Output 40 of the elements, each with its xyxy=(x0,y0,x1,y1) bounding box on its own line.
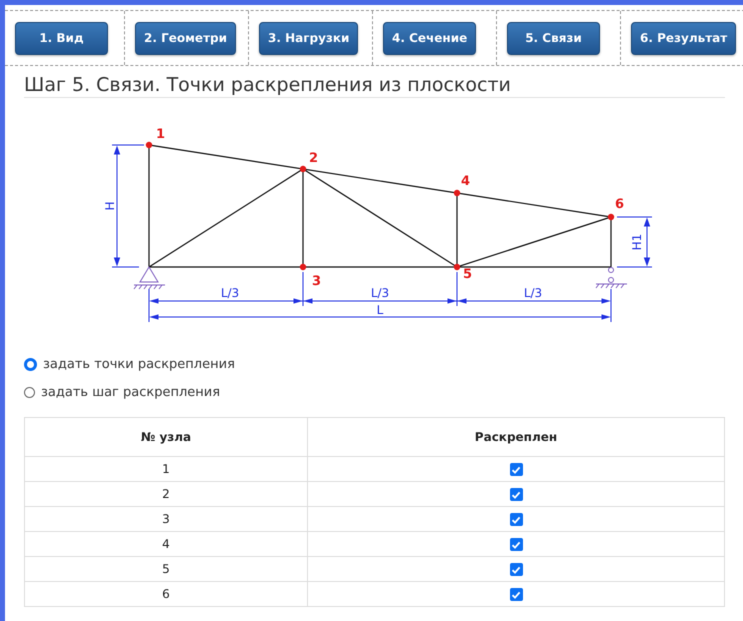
option-label: задать шаг раскрепления xyxy=(41,385,220,400)
table-cell: 4 xyxy=(24,532,308,556)
height-label: H xyxy=(103,201,117,211)
node-label: 4 xyxy=(461,174,470,189)
node-label: 6 xyxy=(615,197,624,212)
node-label: 2 xyxy=(309,151,318,166)
table-cell: 1 xyxy=(24,456,308,482)
checkbox[interactable] xyxy=(510,538,522,552)
node-label: 3 xyxy=(312,274,322,289)
end-height-dimension xyxy=(616,216,652,268)
option-label: задать точки раскрепления xyxy=(43,357,235,372)
step-tab[interactable]: 4. Сечение xyxy=(383,22,476,54)
pin-support-icon xyxy=(134,266,166,290)
table-cell: 3 xyxy=(24,506,308,532)
step-tab[interactable]: 3. Нагрузки xyxy=(259,22,358,54)
panel-length-label: L/3 xyxy=(370,286,390,300)
radio-button[interactable] xyxy=(24,358,37,371)
page-heading: Шаг 5. Связи. Точки раскрепления из плоскости xyxy=(24,74,725,98)
step-tab[interactable]: 5. Связи xyxy=(507,22,600,54)
panel-length-label: L/3 xyxy=(524,286,542,300)
checkbox[interactable] xyxy=(510,488,522,502)
span-label: L xyxy=(376,303,384,317)
checkbox[interactable] xyxy=(510,463,522,476)
checkbox[interactable] xyxy=(510,563,522,576)
table-cell: 5 xyxy=(24,556,308,582)
radio-button[interactable] xyxy=(24,387,35,398)
node-label: 5 xyxy=(463,267,472,282)
table-cell: 2 xyxy=(24,482,308,506)
panel-length-label: L/3 xyxy=(220,286,240,300)
checkbox[interactable] xyxy=(510,513,522,526)
table-cell: 6 xyxy=(24,582,308,606)
step-tab[interactable]: 6. Результат xyxy=(631,22,736,54)
step-tab[interactable]: 2. Геометри xyxy=(135,22,236,54)
node-label: 1 xyxy=(156,127,166,142)
checkbox[interactable] xyxy=(510,588,522,602)
step-tab[interactable]: 1. Вид xyxy=(15,22,108,54)
roller-support-icon xyxy=(596,267,628,288)
column-header: № узла xyxy=(24,418,308,456)
column-header: Раскреплен xyxy=(308,418,724,456)
end-height-label: H1 xyxy=(630,234,644,250)
